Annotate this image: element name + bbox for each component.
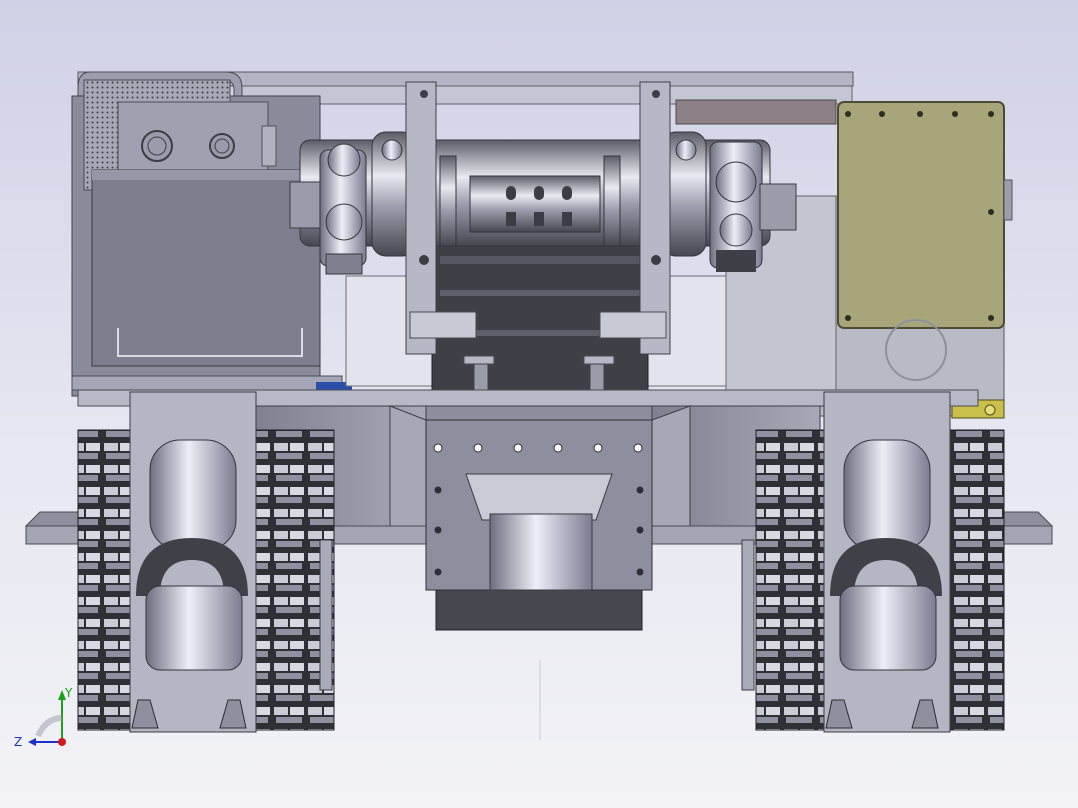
port-circle-2 (209, 133, 235, 159)
center-hitch (425, 419, 653, 631)
right-track (741, 391, 1005, 733)
central-drum-assembly (289, 131, 797, 397)
y-axis-label: Y (64, 686, 73, 700)
z-axis-label: Z (14, 735, 22, 748)
port-circle-1 (141, 130, 173, 162)
crawler-machine-model (24, 71, 1054, 740)
left-track (77, 391, 335, 733)
cad-viewport[interactable]: Y Z (0, 0, 1078, 808)
x-axis-icon (58, 738, 66, 746)
coordinate-triad[interactable]: Y Z (12, 684, 76, 748)
